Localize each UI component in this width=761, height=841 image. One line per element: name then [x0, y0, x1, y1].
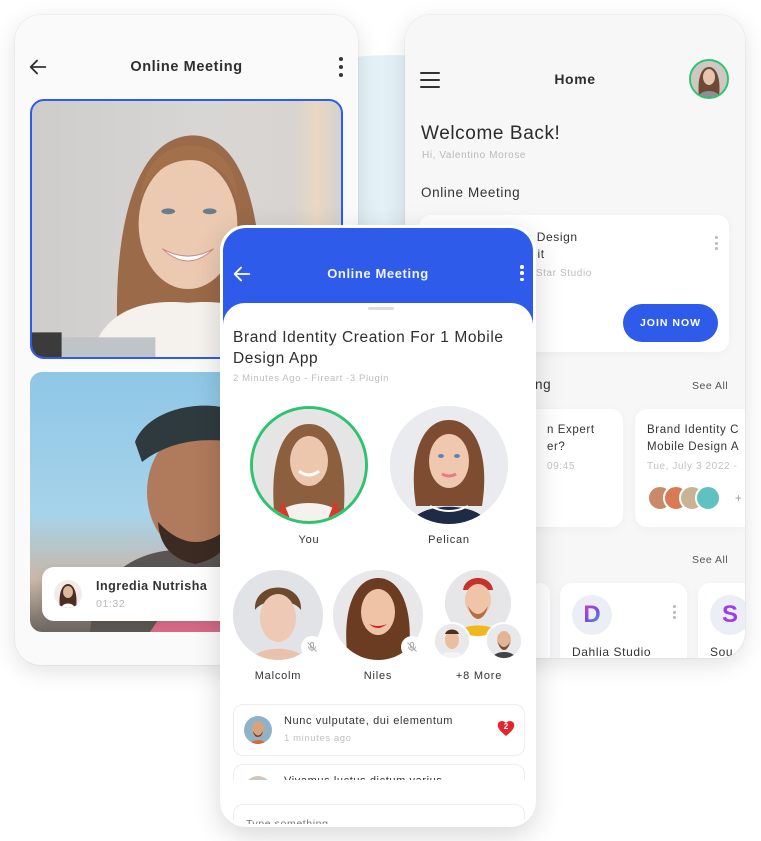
caller-name: Ingredia Nutrisha [96, 578, 208, 593]
participant-name: +8 More [455, 670, 503, 682]
participant-name: Pelican [428, 534, 470, 546]
top-bar: Online Meeting [15, 47, 358, 87]
participant-name: Malcolm [254, 670, 302, 682]
participant-video [390, 406, 508, 524]
upcoming-card-date: 09:45 [547, 461, 576, 472]
caller-avatar [54, 580, 82, 608]
participant-video [433, 622, 471, 660]
meeting-title: Brand Identity Creation For 1 Mobile Des… [233, 329, 504, 367]
studio-card[interactable]: D Dahlia Studio [560, 583, 687, 658]
participant-video [485, 622, 523, 660]
studio-name: Dahlia Studio [572, 645, 652, 658]
studios-see-all-link[interactable]: See All [692, 554, 728, 566]
upcoming-card-title-line2: Mobile Design A [647, 441, 740, 453]
kebab-menu-icon[interactable] [519, 265, 525, 281]
comment-time: 1 minutes ago [284, 733, 352, 744]
participant-niles[interactable]: Niles [333, 570, 423, 682]
meeting-meta: 2 Minutes Ago - Fireart -3 Plugin [233, 373, 390, 384]
more-attendees-count: + [735, 493, 743, 505]
call-duration: 01:32 [96, 597, 126, 610]
participant-video [250, 406, 368, 524]
meeting-detail-screen: Online Meeting Brand Identity Creation F… [220, 225, 536, 827]
upcoming-card-title-line1: Brand Identity C [647, 424, 740, 436]
studio-logo: S [710, 595, 745, 635]
commenter-avatar [244, 716, 272, 744]
upcoming-card-date: Tue, July 3 2022 - [647, 461, 738, 472]
comment-item[interactable]: Nunc vulputate, dui elementum 1 minutes … [233, 704, 525, 756]
participant-name: You [298, 534, 320, 546]
arrow-left-icon[interactable] [27, 56, 49, 78]
studio-name: Sou [710, 645, 734, 658]
screen-title: Online Meeting [327, 266, 429, 281]
welcome-heading: Welcome Back! [421, 123, 561, 144]
greeting-text: Hi, Valentino Morose [422, 150, 527, 161]
online-meeting-section-title: Online Meeting [421, 185, 521, 200]
message-input[interactable] [233, 804, 525, 824]
mic-muted-icon [401, 636, 423, 658]
join-now-button[interactable]: JOIN NOW [623, 304, 718, 342]
kebab-menu-icon[interactable] [338, 57, 344, 77]
upcoming-see-all-link[interactable]: See All [692, 380, 728, 392]
more-participants-cluster [433, 570, 525, 660]
upcoming-meeting-card[interactable]: Brand Identity C Mobile Design A Tue, Ju… [635, 409, 745, 527]
profile-avatar[interactable] [689, 59, 729, 99]
upcoming-card-title-line2: er? [547, 441, 566, 453]
studio-card[interactable]: S Sou [698, 583, 745, 658]
drag-handle[interactable] [368, 307, 394, 310]
kebab-menu-icon[interactable] [713, 236, 719, 250]
participant-name: Niles [363, 670, 393, 682]
participant-pelican[interactable]: Pelican [390, 406, 508, 546]
heart-like-icon[interactable]: 2 [497, 720, 515, 737]
dahlia-studio-logo: D [572, 595, 612, 635]
like-count: 2 [503, 722, 509, 731]
kebab-menu-icon[interactable] [671, 605, 677, 619]
attendee-avatar [695, 485, 721, 511]
upcoming-card-title-line1: n Expert [547, 424, 595, 436]
comment-text: Nunc vulputate, dui elementum [284, 715, 454, 727]
mic-muted-icon [301, 636, 323, 658]
participant-malcolm[interactable]: Malcolm [233, 570, 323, 682]
participant-you[interactable]: You [250, 406, 368, 546]
attendee-avatar-stack [647, 485, 721, 511]
upcoming-section-title: ng [535, 377, 552, 392]
participant-more[interactable]: +8 More [433, 570, 525, 682]
screen-title: Online Meeting [130, 59, 243, 75]
